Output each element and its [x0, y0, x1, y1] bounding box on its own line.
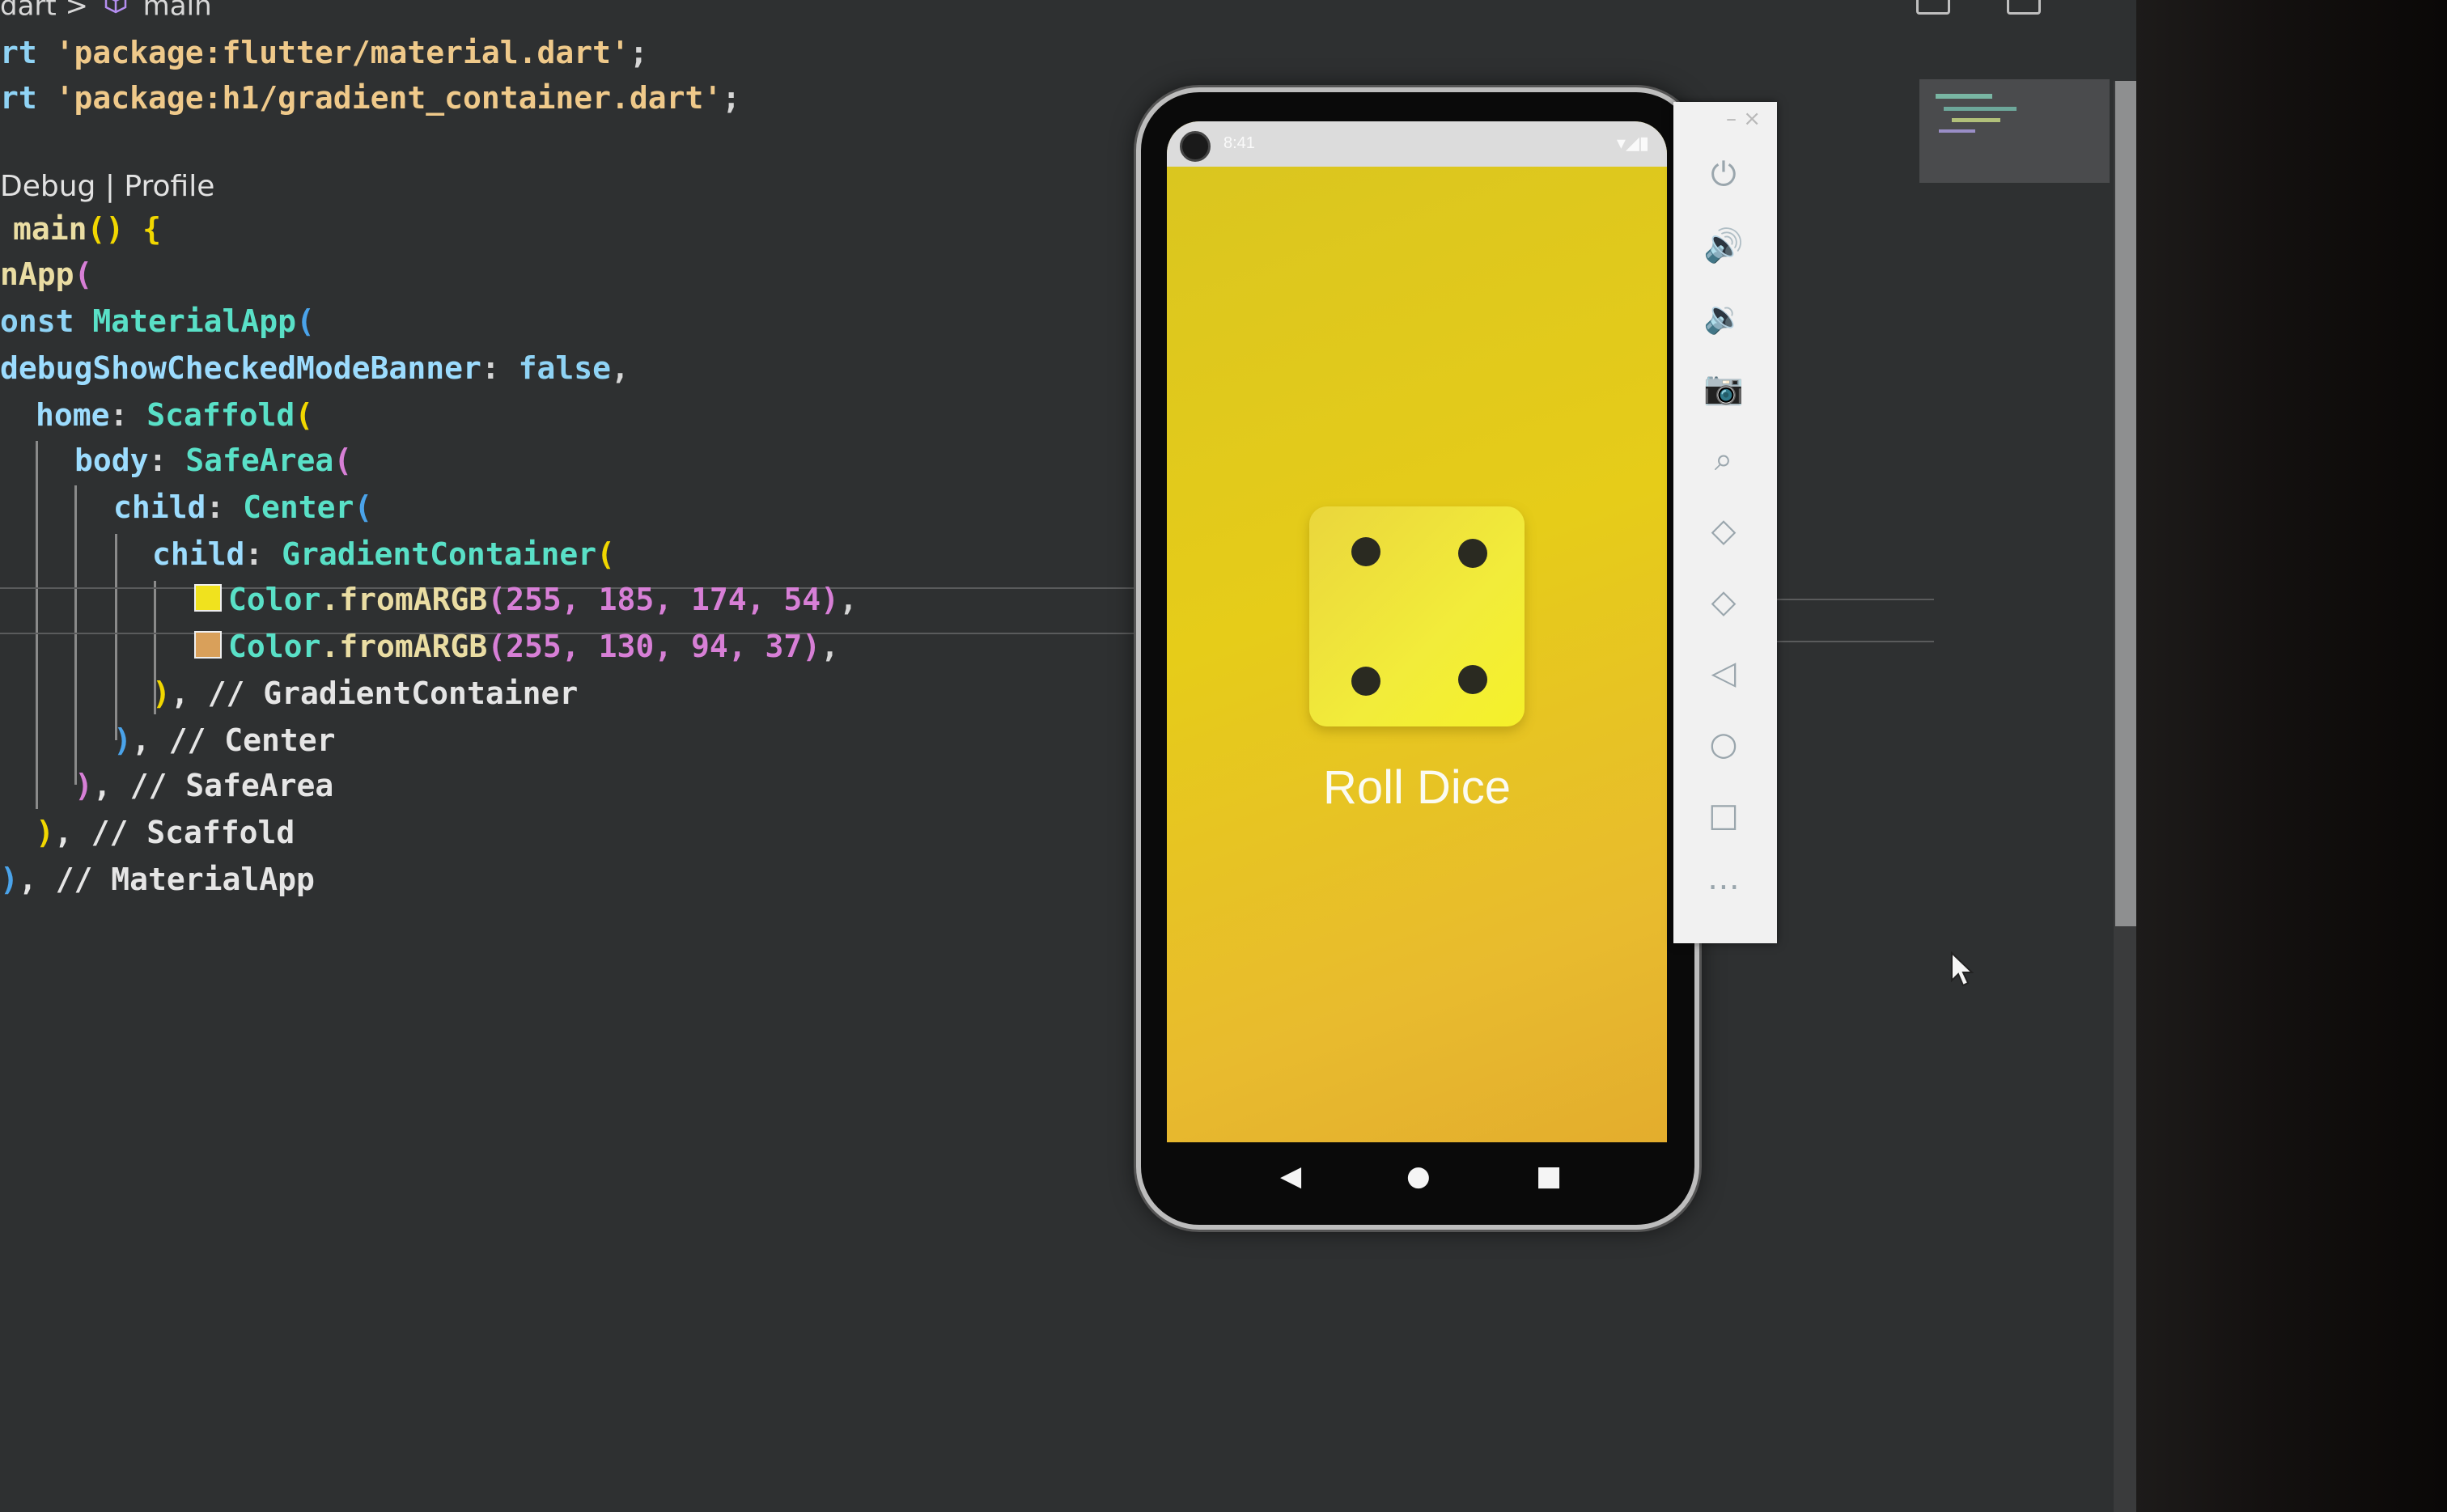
indent-guide: [115, 534, 117, 740]
app-screen[interactable]: 8:41 ▾◢▮ Roll Dice: [1167, 121, 1667, 1142]
code-line-15: ), // Center: [113, 722, 336, 758]
indent-guide: [74, 485, 77, 785]
code-line-17: ), // Scaffold: [36, 815, 295, 850]
dice-image: [1309, 506, 1525, 726]
nav-recents-button[interactable]: ■: [1536, 1160, 1562, 1192]
dice-pip: [1351, 667, 1380, 696]
color-swatch-1[interactable]: [194, 584, 222, 612]
code-line-7: debugShowCheckedModeBanner: false,: [0, 350, 630, 386]
code-line-1: rt 'package:flutter/material.dart';: [0, 35, 648, 70]
volume-up-icon[interactable]: 🔊: [1701, 223, 1746, 269]
dice-pip: [1458, 665, 1487, 694]
breadcrumb: dart > main: [0, 0, 212, 23]
code-line-12: Color.fromARGB(255, 185, 174, 54),: [194, 579, 858, 620]
color-swatch-2[interactable]: [194, 631, 222, 659]
rotate-left-icon[interactable]: ◇: [1701, 508, 1746, 553]
toolbar-window-controls[interactable]: – ×: [1726, 107, 1761, 131]
code-line-6: onst MaterialApp(: [0, 303, 315, 339]
home-icon[interactable]: ○: [1701, 722, 1746, 767]
code-line-14: ), // GradientContainer: [152, 676, 579, 711]
android-emulator-device: 8:41 ▾◢▮ Roll Dice ◀ ● ■: [1136, 87, 1699, 1230]
emulator-toolbar: – × ⏻ 🔊 🔉 📷 ⌕ ◇ ◇ ◁ ○ □ ⋯: [1673, 102, 1777, 943]
breadcrumb-folder[interactable]: dart: [0, 0, 57, 23]
camera-icon[interactable]: 📷: [1701, 366, 1746, 411]
layout-icon[interactable]: [2007, 0, 2041, 15]
code-line-13: Color.fromARGB(255, 130, 94, 37),: [194, 626, 839, 667]
overview-icon[interactable]: □: [1701, 793, 1746, 838]
code-line-10: child: Center(: [113, 489, 373, 525]
mouse-cursor-icon: [1951, 951, 1974, 987]
line-highlight: [1772, 641, 1934, 642]
status-icons: ▾◢▮: [1616, 133, 1649, 153]
dice-pip: [1351, 537, 1380, 566]
code-line-11: child: GradientContainer(: [152, 536, 615, 572]
minimap[interactable]: [1919, 79, 2110, 183]
monitor-bezel: [2136, 0, 2447, 1512]
line-highlight: [1772, 599, 1934, 600]
code-line-4: main() {: [13, 211, 162, 247]
rotate-right-icon[interactable]: ◇: [1701, 579, 1746, 625]
code-line-18: ), // MaterialApp: [0, 862, 315, 897]
scrollbar-thumb[interactable]: [2115, 81, 2136, 926]
code-lens-debug-profile[interactable]: Debug | Profile: [0, 167, 214, 207]
back-icon[interactable]: ◁: [1701, 650, 1746, 696]
code-line-16: ), // SafeArea: [74, 768, 334, 803]
roll-dice-button[interactable]: Roll Dice: [1167, 760, 1667, 815]
nav-back-button[interactable]: ◀: [1280, 1160, 1301, 1192]
symbol-cube-icon: [104, 0, 127, 14]
code-line-2: rt 'package:h1/gradient_container.dart';: [0, 80, 741, 116]
dice-pip: [1458, 539, 1487, 568]
breadcrumb-separator: >: [65, 0, 89, 23]
status-bar: 8:41 ▾◢▮: [1167, 121, 1667, 167]
volume-down-icon[interactable]: 🔉: [1701, 294, 1746, 340]
navigation-bar: ◀ ● ■: [1167, 1142, 1667, 1215]
split-editor-icon[interactable]: [1916, 0, 1950, 15]
zoom-icon[interactable]: ⌕: [1701, 437, 1746, 482]
front-camera: [1180, 131, 1211, 162]
code-line-8: home: Scaffold(: [36, 397, 314, 433]
code-line-5: nApp(: [0, 256, 93, 292]
more-icon[interactable]: ⋯: [1701, 864, 1746, 909]
breadcrumb-symbol[interactable]: main: [143, 0, 212, 23]
power-icon[interactable]: ⏻: [1701, 152, 1746, 197]
code-line-9: body: SafeArea(: [74, 443, 353, 478]
indent-guide: [36, 441, 38, 809]
nav-home-button[interactable]: ●: [1406, 1160, 1431, 1192]
editor-window: dart > main rt 'package:flutter/material…: [0, 0, 2195, 1512]
status-time: 8:41: [1224, 134, 1255, 152]
